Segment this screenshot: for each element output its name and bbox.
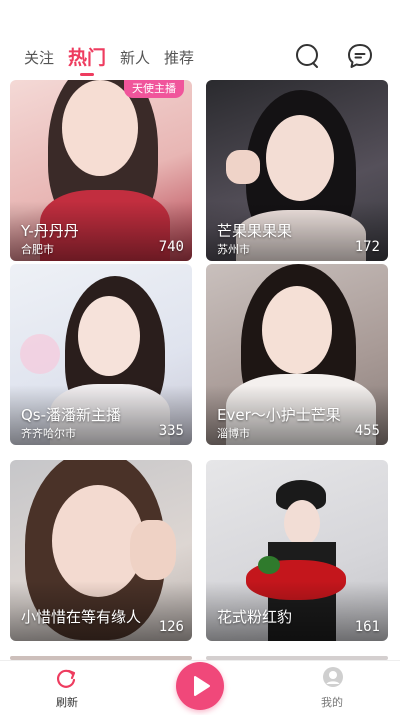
room-card[interactable]: 天使主播 Y-丹丹丹 合肥市 740 <box>10 80 192 261</box>
streamer-city: 齐齐哈尔市 <box>21 427 76 440</box>
streamer-name: Y-丹丹丹 <box>21 222 79 240</box>
play-icon <box>194 676 210 696</box>
refresh-label[interactable]: 刷新 <box>56 694 78 710</box>
streamer-name: 花式粉红豹 <box>217 608 293 626</box>
streamer-city: 合肥市 <box>21 243 54 256</box>
mine-label[interactable]: 我的 <box>321 694 343 710</box>
tab-recommend[interactable]: 推荐 <box>164 48 194 68</box>
room-card[interactable]: 芒果果果果 苏州市 172 <box>206 80 388 261</box>
streamer-city: 苏州市 <box>217 243 250 256</box>
room-card[interactable]: 花式粉红豹 161 <box>206 460 388 641</box>
streamer-name: Ever～小护士芒果 <box>217 406 341 424</box>
refresh-icon[interactable] <box>55 667 77 689</box>
streamer-name: 小惜惜在等有缘人 <box>21 608 142 626</box>
streamer-city: 淄博市 <box>217 427 250 440</box>
start-live-button[interactable] <box>176 662 224 710</box>
tab-bar: 关注 热门 新人 推荐 <box>24 44 208 76</box>
top-bar: 关注 热门 新人 推荐 <box>0 0 400 80</box>
viewer-count: 335 <box>158 423 184 439</box>
viewer-count: 126 <box>158 619 184 635</box>
profile-icon[interactable] <box>322 666 344 688</box>
message-icon[interactable] <box>346 42 374 70</box>
streamer-name: Qs-潘潘新主播 <box>21 406 122 424</box>
viewer-count: 740 <box>158 239 184 255</box>
viewer-count: 172 <box>354 239 380 255</box>
tab-hot[interactable]: 热门 <box>68 48 106 76</box>
live-room-grid: 天使主播 Y-丹丹丹 合肥市 740 芒果果果果 苏州市 172 Qs-潘潘新主… <box>0 80 400 660</box>
tab-new[interactable]: 新人 <box>120 48 150 68</box>
search-icon[interactable] <box>294 42 322 70</box>
streamer-name: 芒果果果果 <box>217 222 293 240</box>
room-card[interactable]: Ever～小护士芒果 淄博市 455 <box>206 264 388 445</box>
tab-follow[interactable]: 关注 <box>24 48 54 68</box>
viewer-count: 455 <box>354 423 380 439</box>
room-card[interactable]: Qs-潘潘新主播 齐齐哈尔市 335 <box>10 264 192 445</box>
viewer-count: 161 <box>354 619 380 635</box>
room-card[interactable]: 小惜惜在等有缘人 126 <box>10 460 192 641</box>
angel-streamer-badge: 天使主播 <box>124 80 184 98</box>
